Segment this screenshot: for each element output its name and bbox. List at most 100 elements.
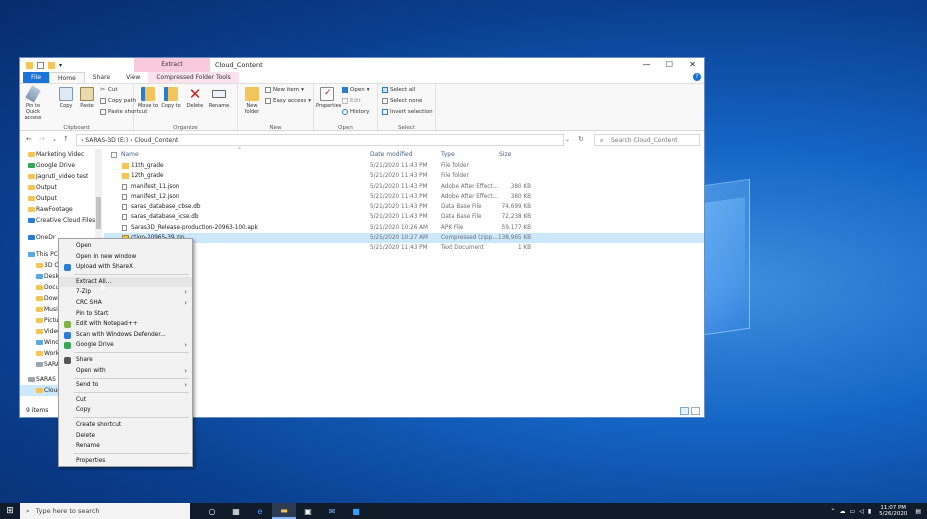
select-all-button[interactable]: Select all: [382, 87, 415, 93]
delete-button[interactable]: ✕ Delete: [184, 87, 206, 110]
file-row[interactable]: saras_database_cbse.db 5/21/2020 11:43 PM…: [104, 202, 704, 212]
column-type[interactable]: Type: [441, 149, 455, 161]
back-arrow-icon[interactable]: ←: [26, 135, 32, 143]
menu-item-create-shortcut[interactable]: Create shortcut: [59, 420, 192, 431]
file-row[interactable]: manifest_12.json 5/21/2020 11:43 PM Adobe …: [104, 192, 704, 202]
file-row[interactable]: saras_database_icse.db 5/21/2020 11:43 PM…: [104, 212, 704, 222]
tab-view[interactable]: View: [118, 72, 148, 83]
menu-item-cut[interactable]: Cut: [59, 395, 192, 406]
menu-item-google-drive[interactable]: Google Drive ›: [59, 340, 192, 351]
tab-file[interactable]: File: [23, 72, 50, 83]
tab-home[interactable]: Home: [49, 72, 85, 83]
battery-icon[interactable]: ▮: [868, 508, 871, 515]
menu-item-scan-with-windows-defender[interactable]: Scan with Windows Defender...: [59, 330, 192, 341]
copy-path-button[interactable]: Copy path: [100, 98, 136, 104]
address-input[interactable]: › SARAS-3D (E:) › Cloud_Content: [76, 134, 564, 146]
menu-item-send-to[interactable]: Send to ›: [59, 380, 192, 391]
tab-compressed-folder-tools[interactable]: Compressed Folder Tools: [148, 72, 239, 83]
cloud-icon[interactable]: ☁: [840, 508, 846, 515]
menu-item-open[interactable]: Open: [59, 241, 192, 252]
minimize-button[interactable]: —: [635, 58, 658, 72]
menu-item-delete[interactable]: Delete: [59, 431, 192, 442]
menu-item-upload-with-sharex[interactable]: Upload with ShareX: [59, 262, 192, 273]
history-button[interactable]: History: [342, 109, 370, 115]
properties-icon[interactable]: [37, 61, 44, 69]
open-button[interactable]: Open ▾: [342, 87, 369, 93]
move-to-button[interactable]: Move to: [137, 87, 159, 109]
menu-item-rename[interactable]: Rename: [59, 441, 192, 452]
menu-item-share[interactable]: Share: [59, 355, 192, 366]
menu-item-open-in-new-window[interactable]: Open in new window: [59, 252, 192, 263]
select-all-icon: [382, 87, 388, 93]
refresh-icon[interactable]: ↻: [578, 135, 584, 143]
new-folder-icon[interactable]: [48, 61, 55, 69]
zoom-icon[interactable]: ■: [344, 503, 368, 519]
file-row[interactable]: manifest_11.json 5/21/2020 11:43 PM Adobe …: [104, 182, 704, 192]
column-date-modified[interactable]: Date modified: [370, 149, 413, 161]
nav-item[interactable]: Output: [20, 182, 103, 193]
close-button[interactable]: ✕: [681, 58, 704, 72]
invert-selection-button[interactable]: Invert selection: [382, 109, 433, 115]
rename-button[interactable]: Rename: [208, 87, 230, 109]
volume-icon[interactable]: ◁: [859, 508, 864, 515]
copy-button[interactable]: Copy: [55, 87, 77, 109]
show-hidden-icons-icon[interactable]: ⌃: [830, 508, 835, 515]
extract-context-tab[interactable]: Extract: [134, 58, 210, 72]
nav-item[interactable]: Creative Cloud Files: [20, 215, 103, 226]
nav-item[interactable]: Google Drive: [20, 160, 103, 171]
help-icon[interactable]: ?: [693, 73, 701, 81]
new-folder-button[interactable]: New folder: [241, 87, 263, 115]
menu-item-copy[interactable]: Copy: [59, 405, 192, 416]
search-input[interactable]: ⌕ Search Cloud_Content: [594, 134, 700, 146]
edit-button[interactable]: Edit: [342, 98, 361, 104]
menu-item-crc-sha[interactable]: CRC SHA ›: [59, 298, 192, 309]
file-row[interactable]: Saras3D_Release-production-20963-100.apk…: [104, 223, 704, 233]
store-icon[interactable]: ▣: [296, 503, 320, 519]
paste-button[interactable]: Paste: [76, 87, 98, 109]
menu-item-extract-all[interactable]: Extract All...: [59, 276, 192, 288]
properties-button[interactable]: ✓ Properties: [316, 87, 341, 109]
nav-item[interactable]: Marketing Videc: [20, 149, 103, 160]
chevron-down-icon[interactable]: ▾: [59, 62, 66, 69]
nav-scrollbar-thumb[interactable]: [96, 197, 101, 229]
clock[interactable]: 11:07 PM 5/26/2020: [875, 505, 911, 518]
address-dropdown-chevron-icon[interactable]: ⌄: [565, 136, 570, 143]
start-button[interactable]: ⊞: [0, 503, 20, 519]
nav-item[interactable]: Jagruti_video test: [20, 171, 103, 182]
easy-access-button[interactable]: Easy access ▾: [265, 98, 311, 104]
copy-to-button[interactable]: Copy to: [160, 87, 182, 109]
select-none-button[interactable]: Select none: [382, 98, 422, 104]
file-explorer-icon[interactable]: ▬: [272, 503, 296, 519]
network-icon[interactable]: ▭: [850, 508, 856, 515]
mail-icon[interactable]: ✉: [320, 503, 344, 519]
new-item-button[interactable]: New item ▾: [265, 87, 304, 93]
menu-item-open-with[interactable]: Open with ›: [59, 366, 192, 377]
pin-quick-access-button[interactable]: Pin to Quick access: [22, 85, 44, 121]
cut-button[interactable]: ✂ Cut: [100, 87, 117, 94]
menu-item-7-zip[interactable]: 7-Zip ›: [59, 287, 192, 298]
file-row[interactable]: 11th_grade 5/21/2020 11:43 PM File folder: [104, 161, 704, 171]
up-arrow-icon[interactable]: ↑: [63, 135, 69, 143]
taskbar-search-box[interactable]: ⌕ Type here to search: [20, 503, 190, 519]
details-view-button[interactable]: [680, 407, 689, 415]
task-view-icon[interactable]: ○: [200, 503, 224, 519]
edge-icon[interactable]: e: [248, 503, 272, 519]
forward-arrow-icon[interactable]: →: [39, 135, 45, 143]
file-row[interactable]: 12th_grade 5/21/2020 11:43 PM File folder: [104, 171, 704, 181]
menu-item-pin-to-start[interactable]: Pin to Start: [59, 309, 192, 320]
task-view-grid-icon[interactable]: ▦: [224, 503, 248, 519]
large-icons-view-button[interactable]: [691, 407, 700, 415]
nav-item[interactable]: RawFootage: [20, 204, 103, 215]
menu-item-edit-with-notepad[interactable]: Edit with Notepad++: [59, 319, 192, 330]
file-row[interactable]: ction-20965-39.zip5/25/2020 10:27 AMComp…: [104, 233, 704, 244]
menu-item-properties[interactable]: Properties: [59, 456, 192, 467]
nav-item[interactable]: Output: [20, 193, 103, 204]
maximize-button[interactable]: ☐: [658, 58, 681, 72]
notification-icon[interactable]: ▤: [915, 508, 927, 515]
recent-locations-chevron-icon[interactable]: ⌄: [52, 136, 57, 143]
column-size[interactable]: Size: [499, 149, 534, 161]
select-checkbox-header[interactable]: [111, 152, 117, 158]
tab-share[interactable]: Share: [85, 72, 118, 83]
file-row[interactable]: 5/21/2020 11:43 PM Text Document 1 KB: [104, 243, 704, 253]
column-name[interactable]: Name: [121, 149, 139, 161]
